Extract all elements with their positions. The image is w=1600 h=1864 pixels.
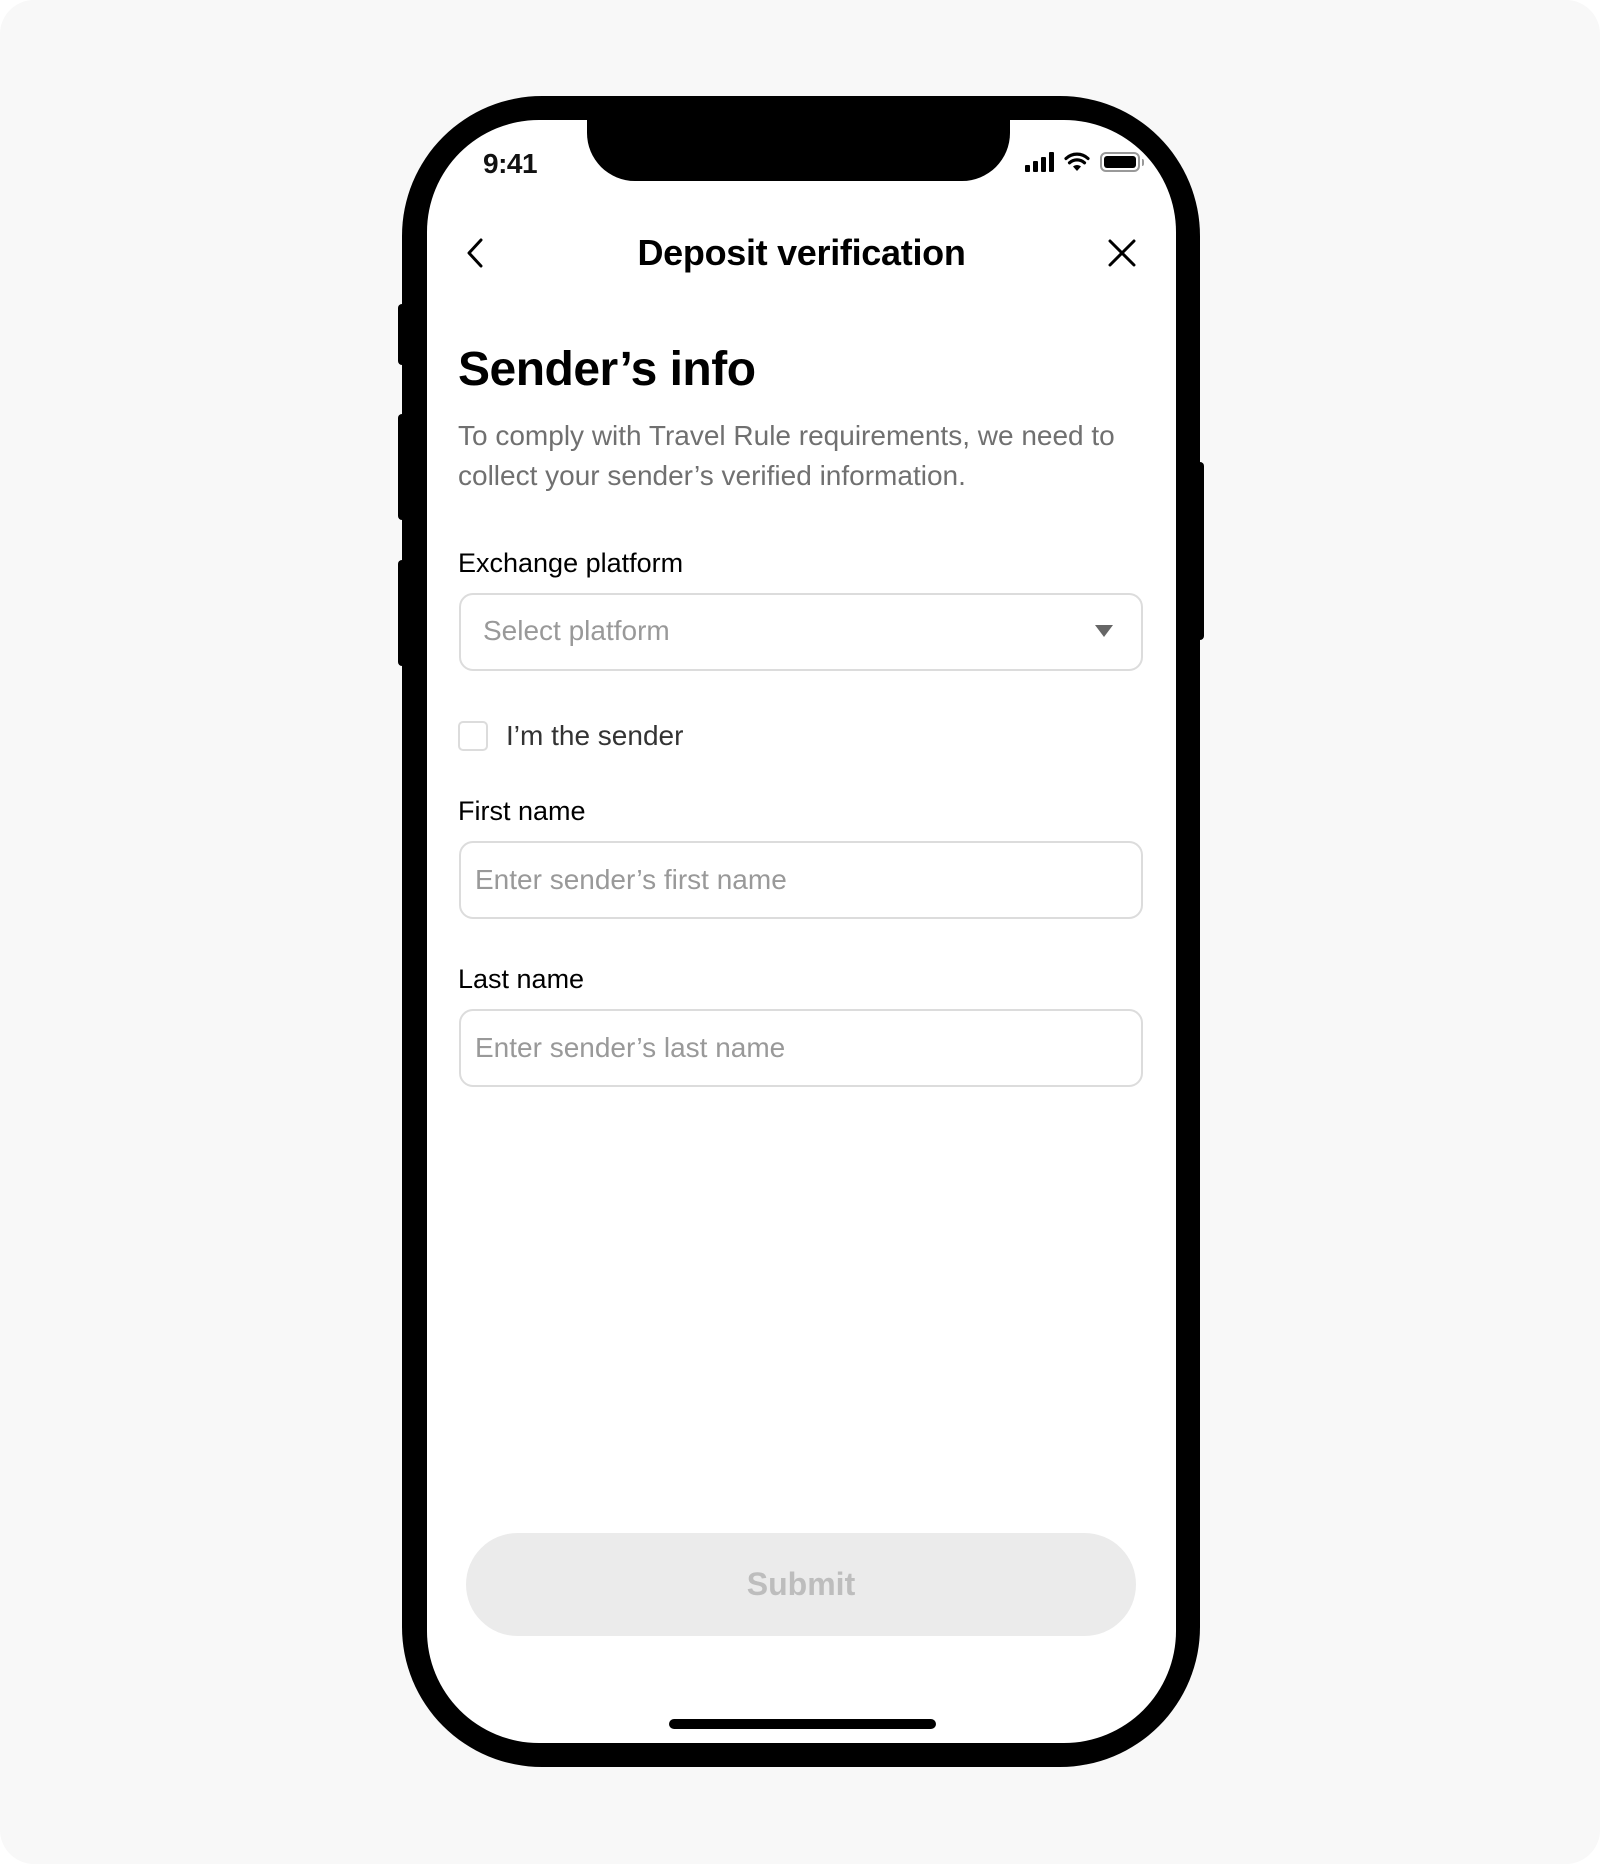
section-heading: Sender’s info xyxy=(458,343,756,396)
status-icons xyxy=(1025,152,1144,172)
page-title: Deposit verification xyxy=(637,232,966,273)
exchange-platform-select[interactable]: Select platform xyxy=(459,593,1143,671)
home-indicator xyxy=(669,1719,936,1729)
im-the-sender-checkbox-row[interactable]: I’m the sender xyxy=(458,720,683,752)
notch xyxy=(587,120,1010,181)
close-icon xyxy=(1108,239,1136,267)
first-name-input[interactable] xyxy=(461,843,1141,917)
battery-icon xyxy=(1100,152,1144,172)
first-name-label: First name xyxy=(458,796,586,826)
exchange-platform-label: Exchange platform xyxy=(458,548,684,578)
im-the-sender-label: I’m the sender xyxy=(506,720,684,751)
nav-bar: Deposit verification xyxy=(427,228,1176,278)
phone-screen: 9:41 Deposit verification Sender’s info … xyxy=(427,120,1176,1743)
close-button[interactable] xyxy=(1103,234,1141,272)
exchange-platform-placeholder: Select platform xyxy=(483,615,670,646)
cellular-signal-icon xyxy=(1025,152,1054,172)
page-background: 9:41 Deposit verification Sender’s info … xyxy=(0,0,1600,1864)
im-the-sender-checkbox[interactable] xyxy=(458,721,488,751)
caret-down-icon xyxy=(1095,625,1113,637)
last-name-label: Last name xyxy=(458,964,585,994)
wifi-icon xyxy=(1064,152,1090,171)
section-description: To comply with Travel Rule requirements,… xyxy=(458,420,1115,491)
last-name-input[interactable] xyxy=(461,1011,1141,1085)
last-name-field xyxy=(459,1009,1143,1087)
first-name-field xyxy=(459,841,1143,919)
submit-button[interactable]: Submit xyxy=(466,1533,1136,1636)
status-time: 9:41 xyxy=(483,148,538,179)
